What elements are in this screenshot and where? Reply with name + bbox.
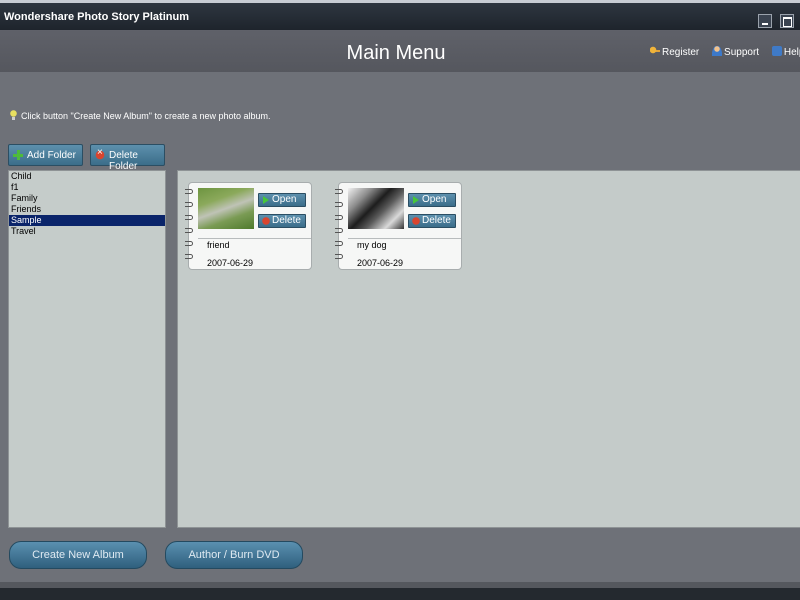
album-name: friend bbox=[207, 240, 230, 250]
bottom-bar bbox=[0, 582, 800, 600]
delete-album-button[interactable]: Delete bbox=[258, 214, 306, 228]
open-album-button[interactable]: Open bbox=[408, 193, 456, 207]
support-label: Support bbox=[724, 47, 760, 58]
maximize-button[interactable] bbox=[780, 14, 794, 28]
author-burn-dvd-button[interactable]: Author / Burn DVD bbox=[165, 541, 303, 569]
delete-icon bbox=[95, 147, 105, 160]
binder-rings bbox=[335, 189, 345, 267]
support-link[interactable]: Support bbox=[712, 46, 759, 58]
delete-icon bbox=[412, 217, 420, 225]
help-label: Help bbox=[783, 47, 800, 58]
register-label: Register bbox=[662, 47, 700, 58]
window-title: Wondershare Photo Story Platinum bbox=[4, 11, 189, 23]
lightbulb-icon bbox=[10, 110, 17, 120]
hint-text: Click button "Create New Album" to creat… bbox=[21, 111, 271, 121]
album-name: my dog bbox=[357, 240, 387, 250]
key-icon bbox=[650, 46, 660, 56]
folder-list[interactable]: Child f1 Family Friends Sample Travel bbox=[8, 170, 166, 528]
top-links: Register Support Help bbox=[650, 46, 800, 58]
delete-label: Delete bbox=[422, 215, 451, 226]
register-link[interactable]: Register bbox=[650, 46, 699, 58]
folder-item-sample[interactable]: Sample bbox=[9, 215, 165, 226]
folder-item-f1[interactable]: f1 bbox=[9, 182, 165, 193]
arrow-right-icon bbox=[412, 196, 420, 204]
album-pane: Open Delete friend 2007-06-29 Open Delet… bbox=[177, 170, 800, 528]
delete-folder-label: Delete Folder bbox=[109, 150, 138, 172]
binder-rings bbox=[185, 189, 195, 267]
delete-icon bbox=[262, 217, 270, 225]
album-card-my-dog[interactable]: Open Delete my dog 2007-06-29 bbox=[335, 182, 462, 270]
folder-item-friends[interactable]: Friends bbox=[9, 204, 165, 215]
person-icon bbox=[712, 46, 723, 56]
title-bar: Wondershare Photo Story Platinum bbox=[0, 0, 800, 30]
add-folder-button[interactable]: Add Folder bbox=[8, 144, 83, 166]
hint-text-row: Click button "Create New Album" to creat… bbox=[10, 110, 271, 121]
minimize-button[interactable] bbox=[758, 14, 772, 28]
album-date: 2007-06-29 bbox=[207, 258, 254, 268]
create-new-album-button[interactable]: Create New Album bbox=[9, 541, 147, 569]
delete-folder-button[interactable]: Delete Folder bbox=[90, 144, 165, 172]
delete-album-button[interactable]: Delete bbox=[408, 214, 456, 228]
album-card-friend[interactable]: Open Delete friend 2007-06-29 bbox=[185, 182, 312, 270]
divider bbox=[348, 238, 461, 239]
arrow-right-icon bbox=[262, 196, 270, 204]
folder-item-travel[interactable]: Travel bbox=[9, 226, 165, 237]
open-album-button[interactable]: Open bbox=[258, 193, 306, 207]
album-date: 2007-06-29 bbox=[357, 258, 404, 268]
open-label: Open bbox=[272, 194, 297, 205]
header: Main Menu Register Support Help bbox=[0, 30, 800, 72]
folder-item-child[interactable]: Child bbox=[9, 171, 165, 182]
open-label: Open bbox=[422, 194, 447, 205]
plus-icon bbox=[13, 150, 23, 160]
album-thumbnail[interactable] bbox=[198, 188, 254, 229]
help-link[interactable]: Help bbox=[771, 46, 800, 58]
divider bbox=[198, 238, 311, 239]
help-icon bbox=[771, 46, 782, 56]
add-folder-label: Add Folder bbox=[27, 150, 76, 161]
delete-label: Delete bbox=[272, 215, 301, 226]
folder-item-family[interactable]: Family bbox=[9, 193, 165, 204]
album-thumbnail[interactable] bbox=[348, 188, 404, 229]
